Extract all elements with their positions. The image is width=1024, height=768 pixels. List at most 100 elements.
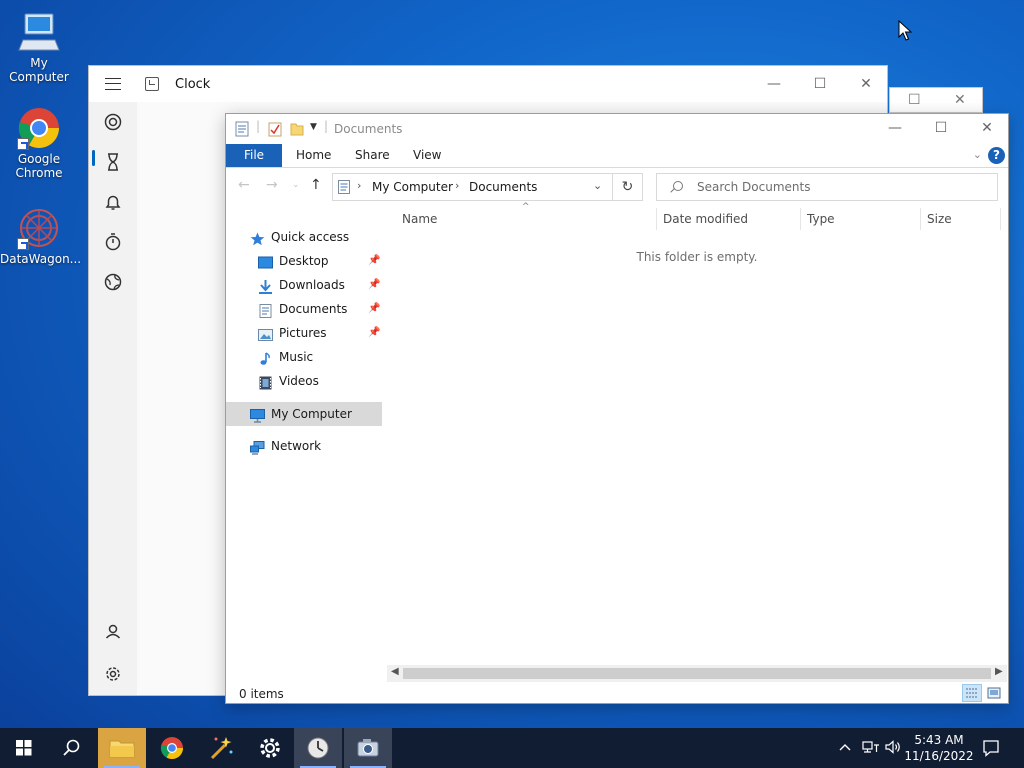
video-film-icon [258, 374, 273, 390]
search-button[interactable] [48, 728, 96, 768]
selection-indicator [92, 150, 95, 166]
navigation-pane: Quick access Desktop 📌 Downloads 📌 Docum… [226, 214, 386, 684]
scrollbar-thumb[interactable] [403, 668, 991, 679]
background-window[interactable]: ☐ ✕ [889, 87, 983, 113]
maximize-button[interactable]: ☐ [805, 74, 835, 94]
desktop-folder-icon [258, 254, 273, 269]
world-clock-icon[interactable] [101, 270, 125, 294]
desktop-icon-datawagon[interactable]: DataWagon... [0, 206, 81, 266]
nav-item-desktop[interactable]: Desktop 📌 [258, 249, 386, 273]
pin-icon[interactable]: 📌 [368, 297, 380, 321]
details-view-icon[interactable] [962, 684, 982, 702]
show-hidden-icons-chevron-icon[interactable] [838, 740, 852, 768]
nav-label: Quick access [271, 230, 350, 244]
breadcrumb-separator[interactable]: › [357, 179, 361, 192]
checkmark-icon[interactable] [268, 121, 282, 140]
refresh-button[interactable]: ↻ [613, 173, 643, 201]
search-placeholder: Search Documents [697, 180, 811, 194]
alarm-icon[interactable] [101, 190, 125, 214]
settings-gear-icon[interactable] [101, 662, 125, 686]
hamburger-menu-icon[interactable] [105, 78, 121, 90]
tab-home[interactable]: Home [296, 144, 331, 167]
pin-icon[interactable]: 📌 [368, 273, 380, 297]
nav-item-documents[interactable]: Documents 📌 [258, 297, 386, 321]
breadcrumb-separator[interactable]: › [455, 179, 459, 192]
forward-arrow-icon[interactable]: → [266, 177, 278, 193]
new-folder-icon[interactable] [290, 121, 304, 140]
start-button[interactable] [0, 728, 48, 768]
scroll-right-arrow-icon[interactable]: ▶ [995, 666, 1003, 677]
nav-item-videos[interactable]: Videos [258, 369, 386, 393]
minimize-button[interactable]: — [759, 74, 789, 94]
window-title: Documents [334, 122, 403, 136]
taskbar-chrome-icon[interactable] [148, 728, 196, 768]
taskbar-settings-gear-icon[interactable] [246, 728, 294, 768]
minimize-button[interactable]: — [880, 118, 910, 138]
taskbar-camera-icon[interactable] [344, 728, 392, 768]
pin-icon[interactable]: 📌 [368, 321, 380, 345]
nav-item-downloads[interactable]: Downloads 📌 [258, 273, 386, 297]
help-button[interactable]: ? [988, 147, 1005, 164]
large-icons-view-icon[interactable] [984, 684, 1004, 702]
timer-icon[interactable] [101, 150, 125, 174]
breadcrumb-my-computer[interactable]: My Computer [372, 180, 453, 194]
stopwatch-icon[interactable] [101, 230, 125, 254]
tab-view[interactable]: View [413, 144, 441, 167]
address-dropdown-chevron-icon[interactable]: ⌄ [593, 179, 602, 192]
clock-title-bar[interactable]: Clock — ☐ ✕ [89, 66, 887, 102]
explorer-title-bar[interactable]: | ▼ | Documents — ☐ ✕ [226, 114, 1008, 144]
taskbar-magic-wand-icon[interactable] [196, 728, 244, 768]
maximize-button[interactable]: ☐ [926, 118, 956, 138]
breadcrumb-documents[interactable]: Documents [469, 180, 537, 194]
nav-my-computer[interactable]: My Computer [250, 402, 382, 426]
tab-share[interactable]: Share [355, 144, 390, 167]
close-button[interactable]: ✕ [972, 118, 1002, 138]
nav-item-pictures[interactable]: Pictures 📌 [258, 321, 386, 345]
taskbar-clock-icon[interactable] [294, 728, 342, 768]
column-header-name[interactable]: Name [402, 212, 437, 226]
taskbar-file-explorer[interactable] [98, 728, 146, 768]
horizontal-scrollbar[interactable]: ◀ ▶ [387, 665, 1007, 682]
shortcut-arrow-icon [17, 238, 29, 250]
nav-network[interactable]: Network [250, 434, 382, 458]
column-header-size[interactable]: Size [927, 212, 952, 226]
network-status-icon[interactable] [862, 739, 880, 768]
search-box[interactable]: Search Documents [656, 173, 998, 201]
file-list-pane: ^ Name Date modified Type Size This fold… [386, 202, 1008, 674]
back-arrow-icon[interactable]: ← [238, 177, 250, 193]
column-divider[interactable] [1000, 208, 1001, 230]
mouse-cursor-icon [898, 19, 913, 45]
recent-locations-chevron-icon[interactable]: ⌄ [292, 180, 300, 190]
notifications-icon[interactable] [982, 739, 1000, 768]
search-icon [673, 181, 683, 191]
column-header-type[interactable]: Type [807, 212, 835, 226]
column-header-date-modified[interactable]: Date modified [663, 212, 748, 226]
column-divider[interactable] [920, 208, 921, 230]
focus-sessions-icon[interactable] [101, 110, 125, 134]
column-divider[interactable] [656, 208, 657, 230]
system-clock[interactable]: 5:43 AM 11/16/2022 [904, 732, 974, 764]
close-button[interactable]: ✕ [851, 74, 881, 94]
desktop-icon-my-computer[interactable]: My Computer [0, 10, 78, 84]
nav-item-music[interactable]: Music [258, 345, 386, 369]
column-divider[interactable] [800, 208, 801, 230]
status-item-count: 0 items [239, 687, 284, 701]
up-arrow-icon[interactable]: ↑ [310, 177, 322, 193]
desktop-icon-google-chrome[interactable]: Google Chrome [0, 106, 78, 180]
maximize-button[interactable]: ☐ [908, 92, 921, 108]
address-bar[interactable]: › My Computer › Documents ⌄ [332, 173, 613, 201]
account-icon[interactable] [101, 620, 125, 644]
chrome-icon [17, 106, 61, 150]
tab-file[interactable]: File [226, 144, 282, 167]
nav-quick-access[interactable]: Quick access [250, 225, 386, 249]
pin-icon[interactable]: 📌 [368, 249, 380, 273]
nav-label: Documents [279, 302, 348, 316]
scroll-left-arrow-icon[interactable]: ◀ [391, 666, 399, 677]
empty-folder-message: This folder is empty. [636, 250, 758, 264]
expand-ribbon-chevron-icon[interactable]: ⌄ [973, 148, 982, 161]
close-button[interactable]: ✕ [954, 92, 966, 108]
volume-icon[interactable] [884, 739, 902, 768]
customize-toolbar-chevron-icon[interactable]: ▼ [310, 122, 317, 132]
properties-icon[interactable] [235, 121, 249, 140]
file-explorer-window[interactable]: | ▼ | Documents — ☐ ✕ File Home Share Vi… [225, 113, 1009, 704]
